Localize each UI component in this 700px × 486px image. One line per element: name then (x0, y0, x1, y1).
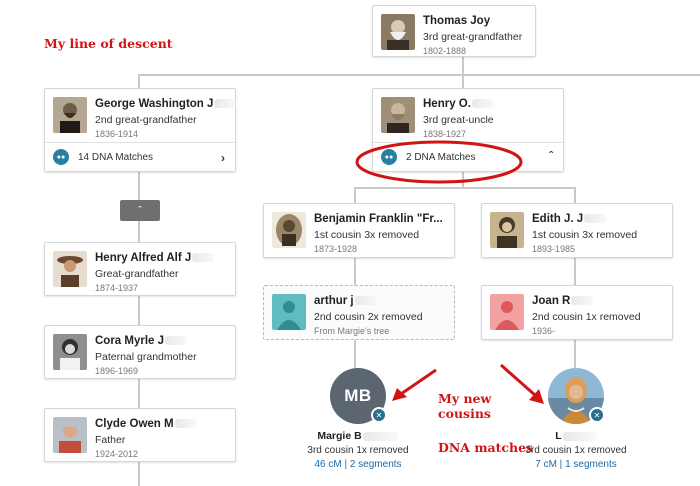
person-years: 1873-1928 (314, 244, 358, 254)
person-name: George Washington J (95, 97, 237, 111)
collapse-button[interactable]: ˆ (120, 200, 160, 221)
match-cm-link[interactable]: 46 cM (314, 459, 341, 470)
person-card-cora-myrle[interactable]: Cora Myrle J Paternal grandmother 1896-1… (44, 325, 236, 379)
match-shared-dna: 7 cM | 1 segments (508, 458, 644, 471)
person-card-george-washington[interactable]: George Washington J 2nd great-grandfathe… (44, 88, 237, 172)
match-segments-link[interactable]: 2 segments (350, 459, 402, 470)
connector-line (138, 462, 140, 486)
person-relationship: Paternal grandmother (95, 351, 197, 363)
annotation-arrow (392, 368, 437, 401)
dna-matches-toggle[interactable]: ●● 14 DNA Matches › (45, 142, 235, 171)
match-separator: | (556, 459, 566, 470)
person-card-henry-alfred[interactable]: Henry Alfred Alf J Great-grandfather 187… (44, 242, 236, 296)
dna-x-icon: ✕ (371, 407, 387, 423)
connector-line (138, 172, 140, 200)
chevron-up-icon[interactable]: ˆ (549, 149, 553, 163)
annotation-line-of-descent: My line of descent (44, 36, 173, 51)
person-years: 1896-1969 (95, 366, 139, 376)
match-relationship: 3rd cousin 1x removed (525, 445, 627, 456)
person-relationship: 2nd great-grandfather (95, 114, 197, 126)
connector-line (462, 74, 464, 88)
person-name: Clyde Owen M (95, 417, 197, 431)
person-years: 1893-1985 (532, 244, 576, 254)
person-name: Thomas Joy (423, 15, 491, 27)
dna-match-l[interactable]: L 3rd cousin 1x removed 7 cM | 1 segment… (508, 430, 644, 471)
connector-line (354, 187, 576, 189)
portrait-photo (53, 97, 87, 133)
connector-line (574, 187, 576, 204)
person-relationship: 1st cousin 3x removed (532, 229, 638, 241)
dna-x-icon: ✕ (589, 407, 605, 423)
connector-line (574, 340, 576, 368)
person-relationship: 3rd great-uncle (423, 114, 494, 126)
connector-line (138, 296, 140, 326)
person-card-benjamin-franklin[interactable]: Benjamin Franklin "Fr... 1st cousin 3x r… (263, 203, 455, 258)
annotation-new-cousins-line1: My new (438, 391, 492, 406)
connector-line (462, 55, 464, 75)
match-name: L (508, 430, 644, 443)
person-relationship: 1st cousin 3x removed (314, 229, 420, 241)
silhouette-female-icon (490, 294, 524, 330)
portrait-photo (53, 251, 87, 287)
person-relationship: 3rd great-grandfather (423, 31, 523, 43)
highlight-ellipse (355, 140, 523, 184)
person-years: 1836-1914 (95, 129, 139, 139)
person-card-clyde-owen[interactable]: Clyde Owen M Father 1924-2012 (44, 408, 236, 462)
connector-line (574, 258, 576, 285)
dna-matches-label: 14 DNA Matches (78, 151, 154, 163)
match-name: Margie B (290, 430, 426, 443)
dna-match-margie[interactable]: Margie B 3rd cousin 1x removed 46 cM | 2… (290, 430, 426, 471)
person-name: Henry Alfred Alf J (95, 251, 215, 265)
match-shared-dna: 46 cM | 2 segments (290, 458, 426, 471)
portrait-photo (272, 212, 306, 248)
person-years: 1874-1937 (95, 283, 139, 293)
connector-line (138, 74, 700, 76)
portrait-photo (381, 97, 415, 133)
annotation-new-cousins: My new cousins (438, 391, 491, 421)
connector-line (138, 74, 140, 88)
portrait-photo (381, 14, 415, 50)
person-name: Henry O. (423, 97, 494, 111)
person-card-thomas-joy[interactable]: Thomas Joy 3rd great-grandfather 1802-18… (372, 5, 536, 57)
connector-line (138, 221, 140, 243)
person-relationship: Father (95, 434, 126, 446)
person-source: From Margie's tree (314, 326, 390, 336)
connector-line (354, 340, 356, 368)
person-relationship: Great-grandfather (95, 268, 179, 280)
person-card-edith[interactable]: Edith J. J 1st cousin 3x removed 1893-19… (481, 203, 673, 258)
person-years: 1936- (532, 326, 556, 336)
portrait-photo (53, 334, 87, 370)
person-card-arthur[interactable]: arthur j 2nd cousin 2x removed From Marg… (263, 285, 455, 340)
person-name: Cora Myrle J (95, 334, 197, 348)
match-cm-link[interactable]: 7 cM (535, 459, 557, 470)
connector-line (354, 187, 356, 204)
match-separator: | (341, 459, 350, 470)
connector-line (138, 379, 140, 409)
person-name: arthur j (314, 294, 423, 308)
person-years: 1924-2012 (95, 449, 139, 459)
chevron-right-icon[interactable]: › (221, 151, 225, 165)
portrait-photo (53, 417, 87, 453)
person-years: 1802-1888 (423, 46, 467, 56)
person-relationship: 2nd cousin 1x removed (532, 311, 641, 323)
dna-matches-icon: ●● (53, 149, 69, 165)
person-name: Joan R (532, 294, 641, 308)
person-name: Benjamin Franklin "Fr... (314, 213, 443, 225)
person-relationship: 2nd cousin 2x removed (314, 311, 423, 323)
annotation-arrow (500, 363, 544, 404)
match-relationship: 3rd cousin 1x removed (307, 445, 409, 456)
annotation-new-cousins-line2: cousins (438, 406, 491, 421)
connector-line (354, 258, 356, 285)
match-segments-link[interactable]: 1 segments (565, 459, 617, 470)
chevron-up-icon: ˆ (138, 204, 142, 217)
silhouette-male-icon (272, 294, 306, 330)
portrait-photo (490, 212, 524, 248)
person-card-joan[interactable]: Joan R 2nd cousin 1x removed 1936- (481, 285, 673, 340)
person-name: Edith J. J (532, 212, 637, 226)
